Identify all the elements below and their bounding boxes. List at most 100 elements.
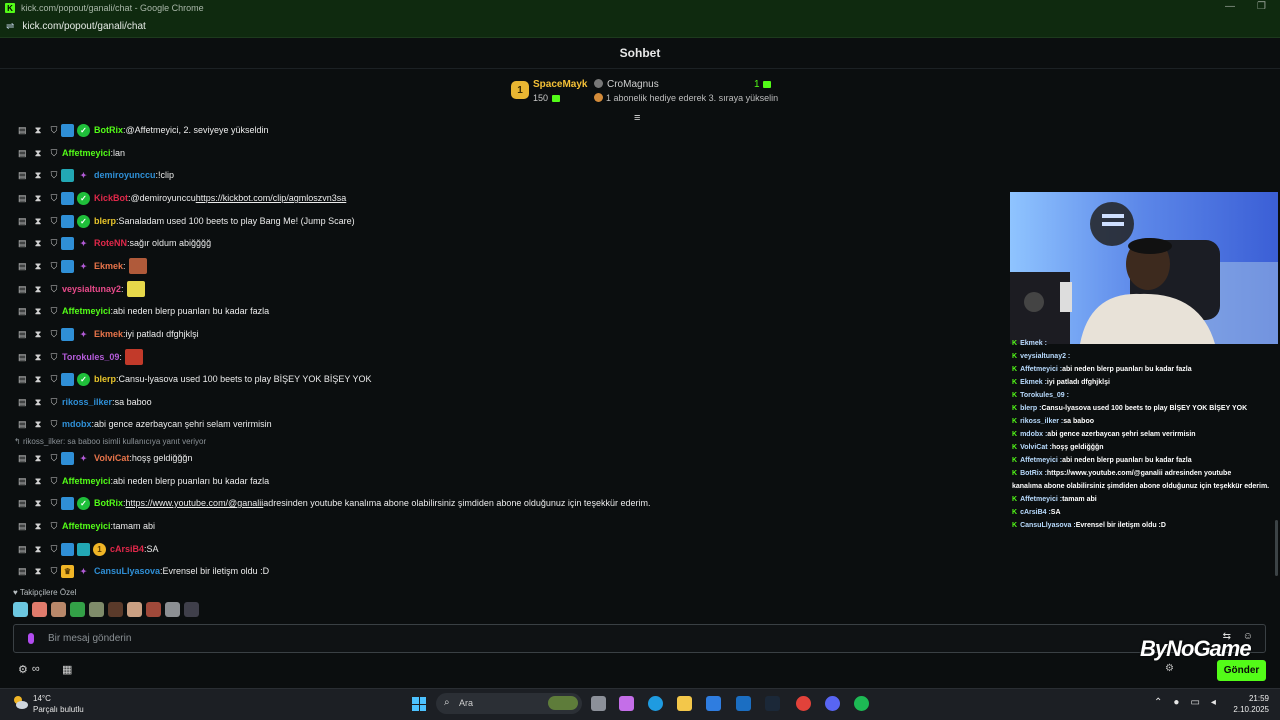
timeout-icon[interactable]: ⧗ [34,306,42,317]
chat-username[interactable]: BotRix [94,498,123,508]
chat-username[interactable]: blerp [94,374,116,384]
chat-username[interactable]: KickBot [94,193,128,203]
delete-icon[interactable]: ▤ [18,148,27,159]
ban-icon[interactable]: ⛉ [50,544,58,555]
timeout-icon[interactable]: ⧗ [34,544,42,555]
chat-username[interactable]: BotRix [94,125,123,135]
task-view-icon[interactable] [591,696,606,711]
ban-icon[interactable]: ⛉ [50,148,58,159]
ban-icon[interactable]: ⛉ [50,193,58,204]
delete-icon[interactable]: ▤ [18,216,27,227]
edge-icon[interactable] [648,696,663,711]
timeout-icon[interactable]: ⧗ [34,453,42,464]
ban-icon[interactable]: ⛉ [50,238,58,249]
restore-button[interactable]: ❐ [1257,1,1266,12]
timeout-icon[interactable]: ⧗ [34,498,42,509]
clock-date[interactable]: 2.10.2025 [1223,705,1269,714]
ban-icon[interactable]: ⛉ [50,521,58,532]
taskbar-search[interactable]: ⌕ Ara [436,693,582,714]
chat-username[interactable]: Affetmeyici [62,476,111,486]
chat-username[interactable]: cArsiB4 [110,544,144,554]
chat-username[interactable]: VolviCat [94,453,129,463]
url-text[interactable]: kick.com/popout/ganali/chat [22,21,145,32]
chrome-icon[interactable] [796,696,811,711]
chat-username[interactable]: RoteNN [94,238,127,248]
delete-icon[interactable]: ▤ [18,374,27,385]
network-icon[interactable]: ▭ [1190,697,1199,708]
emote[interactable] [127,602,142,617]
emote[interactable] [51,602,66,617]
timeout-icon[interactable]: ⧗ [34,521,42,532]
chat-username[interactable]: rikoss_ilker [62,397,112,407]
delete-icon[interactable]: ▤ [18,284,27,295]
timeout-icon[interactable]: ⧗ [34,238,42,249]
infinity-icon[interactable]: ∞ [32,663,40,676]
timeout-icon[interactable]: ⧗ [34,329,42,340]
delete-icon[interactable]: ▤ [18,476,27,487]
delete-icon[interactable]: ▤ [18,419,27,430]
emote[interactable] [32,602,47,617]
chat-username[interactable]: CansuLlyasova [94,566,160,576]
clock-time[interactable]: 21:59 [1233,694,1269,703]
weather-temp[interactable]: 14°C [33,694,51,703]
ban-icon[interactable]: ⛉ [50,306,58,317]
chat-username[interactable]: veysialtunay2 [62,284,121,294]
delete-icon[interactable]: ▤ [18,261,27,272]
ban-icon[interactable]: ⛉ [50,374,58,385]
delete-icon[interactable]: ▤ [18,397,27,408]
spotify-icon[interactable] [854,696,869,711]
chat-username[interactable]: Torokules_09 [62,352,119,362]
delete-icon[interactable]: ▤ [18,170,27,181]
delete-icon[interactable]: ▤ [18,521,27,532]
weather-icon[interactable] [12,694,28,710]
chat-tools[interactable]: ⚙ ∞ [18,663,40,676]
chat-username[interactable]: demiroyunccu [94,170,156,180]
mic-icon[interactable] [28,633,34,644]
settings-icon[interactable]: ⚙ [18,663,28,676]
ban-icon[interactable]: ⛉ [50,419,58,430]
delete-icon[interactable]: ▤ [18,453,27,464]
timeout-icon[interactable]: ⧗ [34,216,42,227]
timeout-icon[interactable]: ⧗ [34,148,42,159]
ban-icon[interactable]: ⛉ [50,453,58,464]
delete-icon[interactable]: ▤ [18,238,27,249]
delete-icon[interactable]: ▤ [18,193,27,204]
ban-icon[interactable]: ⛉ [50,476,58,487]
delete-icon[interactable]: ▤ [18,352,27,363]
message-input[interactable]: Bir mesaj gönderin ⇆ ☺ [13,624,1266,653]
settings-gear-icon[interactable]: ⚙ [1165,663,1174,674]
ban-icon[interactable]: ⛉ [50,498,58,509]
emote[interactable] [108,602,123,617]
collapse-leaderboard-icon[interactable]: ≡ [634,112,640,124]
chat-link[interactable]: https://www.youtube.com/@ganalii [126,498,264,508]
store-app-icon[interactable] [706,696,721,711]
chat-username[interactable]: Ekmek [94,329,123,339]
volume-icon[interactable]: ◂ [1211,697,1216,708]
system-tray[interactable]: ⌃ ● ▭ ◂ [1154,697,1216,708]
timeout-icon[interactable]: ⧗ [34,419,42,430]
timeout-icon[interactable]: ⧗ [34,352,42,363]
ban-icon[interactable]: ⛉ [50,125,58,136]
emote[interactable] [70,602,85,617]
ban-icon[interactable]: ⛉ [50,329,58,340]
timeout-icon[interactable]: ⧗ [34,374,42,385]
chat-link[interactable]: https://kickbot.com/clip/agmloszvn3sa [196,193,347,203]
ban-icon[interactable]: ⛉ [50,352,58,363]
delete-icon[interactable]: ▤ [18,498,27,509]
ban-icon[interactable]: ⛉ [50,261,58,272]
ban-icon[interactable]: ⛉ [50,397,58,408]
timeout-icon[interactable]: ⧗ [34,125,42,136]
timeout-icon[interactable]: ⧗ [34,397,42,408]
chat-username[interactable]: Affetmeyici [62,148,111,158]
chat-username[interactable]: Affetmeyici [62,306,111,316]
weather-desc[interactable]: Parçalı bulutlu [33,705,84,714]
chat-username[interactable]: Ekmek [94,261,123,271]
steam-icon[interactable] [765,696,780,711]
timeout-icon[interactable]: ⧗ [34,261,42,272]
timeout-icon[interactable]: ⧗ [34,284,42,295]
delete-icon[interactable]: ▤ [18,329,27,340]
ban-icon[interactable]: ⛉ [50,284,58,295]
timeout-icon[interactable]: ⧗ [34,566,42,577]
chat-username[interactable]: mdobx [62,419,92,429]
scrollbar[interactable] [1275,520,1278,576]
